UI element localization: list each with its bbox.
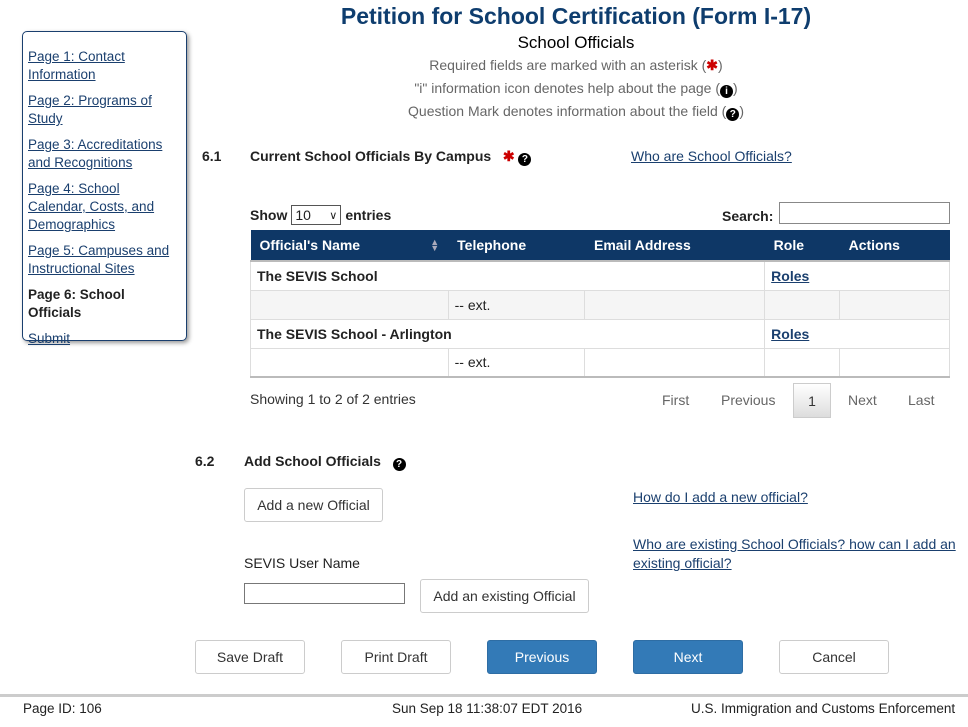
col-role: Role	[764, 230, 840, 262]
sidebar-item-page5[interactable]: Page 5: Campuses and Instructional Sites	[28, 242, 181, 278]
info-note: "i" information icon denotes help about …	[190, 80, 962, 98]
section-title: Add School Officials ?	[244, 453, 406, 471]
pagination-last[interactable]: Last	[908, 392, 934, 408]
telephone-cell: -- ext.	[447, 347, 586, 378]
agency-name: U.S. Immigration and Customs Enforcement	[691, 701, 956, 716]
section-number: 6.2	[195, 453, 215, 469]
page-subtitle: School Officials	[517, 33, 635, 52]
question-icon[interactable]: ?	[518, 153, 532, 166]
cell	[764, 289, 841, 320]
previous-button[interactable]: Previous	[487, 640, 597, 674]
info-note-text: "i" information icon denotes help about …	[414, 80, 721, 96]
question-note-text: Question Mark denotes information about …	[408, 103, 727, 119]
add-new-official-button[interactable]: Add a new Official	[244, 488, 383, 522]
sort-icon: ▲ ▼	[430, 237, 440, 253]
cell	[584, 289, 766, 320]
roles-link[interactable]: Roles	[771, 326, 809, 342]
sidebar-item-submit[interactable]: Submit	[28, 330, 181, 348]
page-title: Petition for School Certification (Form …	[340, 3, 812, 29]
how-add-official-link[interactable]: How do I add a new official?	[633, 489, 808, 505]
sidebar-item-page3[interactable]: Page 3: Accreditations and Recognitions	[28, 136, 181, 172]
officials-table: Official's Name ▲ ▼ Telephone Email Addres…	[249, 230, 950, 378]
paren: )	[733, 80, 738, 96]
who-are-officials-link[interactable]: Who are School Officials?	[631, 148, 792, 164]
cancel-button[interactable]: Cancel	[779, 640, 889, 674]
cell	[839, 289, 950, 320]
show-label: Show	[250, 207, 288, 223]
section-title-text: Add School Officials	[244, 453, 381, 469]
timestamp: Sun Sep 18 11:38:07 EDT 2016	[392, 701, 583, 716]
question-icon: ?	[726, 108, 740, 121]
paren: )	[718, 57, 723, 73]
section-title-text: Current School Officials By Campus	[250, 148, 492, 164]
entries-label: entries	[345, 207, 392, 223]
cell	[250, 347, 449, 378]
search-label: Search:	[722, 208, 774, 224]
print-draft-button[interactable]: Print Draft	[341, 640, 451, 674]
sidebar-nav: Page 1: Contact Information Page 2: Prog…	[22, 31, 187, 346]
table-row: -- ext.	[250, 289, 950, 320]
page-size-value: 10	[295, 207, 311, 223]
section-title: Current School Officials By Campus ✱ ?	[250, 148, 532, 166]
page-size-control: Show 10 ∨ entries	[250, 205, 391, 225]
pagination-first[interactable]: First	[662, 392, 689, 408]
question-note: Question Mark denotes information about …	[190, 103, 962, 121]
table-row: -- ext.	[250, 347, 950, 378]
col-telephone: Telephone	[448, 230, 585, 262]
existing-officials-link[interactable]: Who are existing School Officials? how c…	[633, 535, 963, 573]
search-input[interactable]	[779, 202, 950, 224]
col-name[interactable]: Official's Name ▲ ▼	[250, 230, 449, 262]
cell	[764, 347, 841, 378]
roles-cell: Roles	[764, 260, 950, 291]
next-button[interactable]: Next	[633, 640, 743, 674]
roles-cell: Roles	[764, 318, 950, 349]
sevis-username-input[interactable]	[244, 583, 405, 604]
page-id: Page ID: 106	[23, 701, 102, 716]
sidebar-item-page4[interactable]: Page 4: School Calendar, Costs, and Demo…	[28, 180, 181, 234]
info-icon: i	[720, 85, 734, 98]
table-header: Official's Name ▲ ▼ Telephone Email Addres…	[250, 230, 950, 262]
asterisk-icon: ✱	[706, 57, 719, 73]
required-note: Required fields are marked with an aster…	[190, 57, 962, 74]
table-row: The SEVIS School Roles	[249, 260, 950, 291]
pagination-page-1[interactable]: 1	[793, 383, 831, 418]
cell	[250, 289, 449, 320]
sevis-username-label: SEVIS User Name	[244, 555, 360, 571]
cell	[839, 347, 950, 378]
campus-name: The SEVIS School - Arlington	[249, 318, 766, 349]
section-number: 6.1	[202, 148, 222, 164]
add-existing-official-button[interactable]: Add an existing Official	[420, 579, 589, 613]
col-actions: Actions	[839, 230, 950, 262]
sidebar-item-page1[interactable]: Page 1: Contact Information	[28, 48, 181, 84]
pagination-next[interactable]: Next	[848, 392, 877, 408]
question-icon[interactable]: ?	[392, 458, 406, 471]
required-note-text: Required fields are marked with an aster…	[429, 57, 707, 73]
sidebar-item-page2[interactable]: Page 2: Programs of Study	[28, 92, 181, 128]
table-info: Showing 1 to 2 of 2 entries	[250, 391, 416, 407]
pagination-previous[interactable]: Previous	[721, 392, 775, 408]
sidebar-item-page6-current: Page 6: School Officials	[28, 287, 125, 320]
col-email: Email Address	[584, 230, 765, 262]
page-size-select[interactable]: 10 ∨	[291, 205, 342, 225]
campus-name: The SEVIS School	[249, 260, 766, 291]
telephone-cell: -- ext.	[447, 289, 586, 320]
chevron-down-icon: ∨	[329, 209, 338, 222]
col-name-label: Official's Name	[259, 237, 361, 253]
save-draft-button[interactable]: Save Draft	[195, 640, 305, 674]
roles-link[interactable]: Roles	[771, 268, 809, 284]
table-row: The SEVIS School - Arlington Roles	[249, 318, 950, 349]
footer: Page ID: 106 Sun Sep 18 11:38:07 EDT 201…	[0, 694, 968, 727]
asterisk-icon: ✱	[502, 148, 515, 164]
paren: )	[739, 103, 744, 119]
cell	[584, 347, 766, 378]
